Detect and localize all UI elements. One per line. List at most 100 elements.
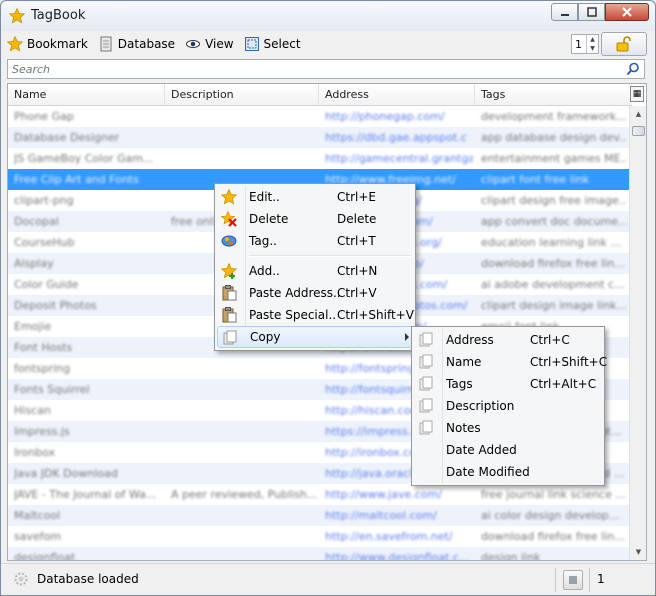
submenu-item-label: Address	[446, 333, 494, 347]
menu-item-add[interactable]: Add.. Ctrl+N	[217, 260, 413, 282]
column-header-tags[interactable]: Tags	[475, 84, 632, 106]
copy-icon	[223, 330, 237, 345]
view-menu[interactable]: View	[185, 36, 234, 52]
page-spinner[interactable]: 1 ▲ ▼	[571, 34, 599, 54]
table-row[interactable]: Database Designer https://dbd.gae.appspot…	[8, 127, 630, 148]
paste-icon	[222, 285, 237, 301]
search-icon[interactable]	[626, 62, 640, 76]
title-bar[interactable]: TagBook	[1, 1, 655, 31]
cell-description	[171, 446, 317, 459]
stop-button[interactable]	[563, 570, 583, 590]
lock-button[interactable]	[601, 32, 647, 56]
star-icon	[7, 36, 23, 52]
cell-address: http://maltcool.com/	[325, 509, 437, 522]
menu-item-shortcut: Ctrl+Shift+V	[337, 308, 414, 322]
eye-icon	[185, 36, 201, 52]
document-icon	[419, 332, 433, 347]
submenu-item-description[interactable]: Description	[414, 395, 602, 417]
submenu-item-address[interactable]: Address Ctrl+C	[414, 329, 602, 351]
column-chooser-button[interactable]: ▦	[630, 86, 644, 102]
cell-name: Docopal	[14, 215, 59, 228]
menu-item-label: Tag..	[249, 234, 277, 248]
table-row[interactable]: Maltcool http://maltcool.com/ai color des…	[8, 505, 630, 526]
menu-separator	[217, 252, 413, 260]
submenu-item-notes[interactable]: Notes	[414, 417, 602, 439]
table-row[interactable]: savefom http://en.savefrom.net/download f…	[8, 526, 630, 547]
cell-tags: app database design dev...	[481, 131, 627, 144]
database-menu[interactable]: Database	[98, 36, 175, 52]
cell-tags: download firefox free lin...	[481, 530, 625, 543]
cell-name: savefom	[14, 530, 62, 543]
star-app-icon	[9, 8, 25, 24]
spinner-arrows[interactable]: ▲ ▼	[586, 35, 598, 53]
cell-tags: download firefox free lin...	[481, 257, 625, 270]
menu-item-delete[interactable]: Delete Delete	[217, 208, 413, 230]
submenu-item-label: Date Modified	[446, 465, 530, 479]
column-header-address[interactable]: Address	[319, 84, 475, 106]
close-button[interactable]	[605, 3, 649, 21]
scroll-thumb[interactable]	[632, 126, 645, 136]
menu-item-shortcut: Ctrl+V	[337, 286, 377, 300]
cell-description	[171, 509, 317, 522]
menu-item-tag[interactable]: Tag.. Ctrl+T	[217, 230, 413, 252]
app-window: TagBook Bookmark Database View Select 1 …	[0, 0, 656, 596]
cell-name: Color Guide	[14, 278, 79, 291]
gear-icon	[14, 572, 28, 586]
table-row[interactable]: JS GameBoy Color Gam... http://gamecentra…	[8, 148, 630, 169]
submenu-item-date-modified[interactable]: Date Modified	[414, 461, 602, 483]
menu-item-label: Add..	[249, 264, 280, 278]
cell-address: http://www.designfloat.c...	[325, 551, 470, 561]
select-label: Select	[263, 37, 301, 51]
menu-item-shortcut: Ctrl+T	[337, 234, 376, 248]
select-menu[interactable]: Select	[244, 36, 301, 52]
submenu-item-date-added[interactable]: Date Added	[414, 439, 602, 461]
cell-address: https://dbd.gae.appspot.c	[325, 131, 467, 144]
menu-item-label: Paste Special..	[249, 308, 337, 322]
context-menu: Edit.. Ctrl+E Delete Delete Tag.. Ctrl+T…	[214, 183, 416, 351]
table-row[interactable]: designfloat http://www.designfloat.c... de…	[8, 547, 630, 561]
submenu-item-shortcut: Ctrl+Shift+C	[530, 355, 608, 369]
spin-up-icon[interactable]: ▲	[590, 36, 595, 43]
submenu-item-tags[interactable]: Tags Ctrl+Alt+C	[414, 373, 602, 395]
close-icon	[622, 7, 632, 17]
submenu-item-label: Tags	[446, 377, 473, 391]
table-row[interactable]: JAVE - The Journal of Wa... A peer review…	[8, 484, 630, 505]
cell-description	[171, 425, 317, 438]
spinner-value: 1	[575, 37, 582, 51]
star-add-icon	[221, 263, 237, 279]
scroll-up-button[interactable]: ▲	[631, 106, 646, 122]
list-header: Name Description Address Tags	[8, 84, 632, 106]
menu-item-copy[interactable]: Copy	[217, 326, 413, 348]
maximize-button[interactable]	[578, 3, 605, 21]
column-header-description[interactable]: Description	[165, 84, 319, 106]
cell-address: http://www.jave.com/	[325, 488, 442, 501]
cell-address: http://gamecentral.grantga...	[325, 152, 473, 165]
table-row[interactable]: Phone Gap http://phonegap.com/development…	[8, 106, 630, 127]
delete-icon	[221, 211, 237, 227]
cell-description	[171, 383, 317, 396]
cell-tags: ai adobe development c...	[481, 278, 625, 291]
column-header-name[interactable]: Name	[8, 84, 165, 106]
submenu-item-name[interactable]: Name Ctrl+Shift+C	[414, 351, 607, 373]
menu-item-paste-special[interactable]: Paste Special.. Ctrl+Shift+V	[217, 304, 414, 326]
cell-name: clipart-png	[14, 194, 74, 207]
spin-down-icon[interactable]: ▼	[590, 45, 595, 52]
submenu-item-label: Name	[446, 355, 482, 369]
submenu-item-shortcut: Ctrl+C	[530, 333, 570, 347]
menu-item-paste-address[interactable]: Paste Address.. Ctrl+V	[217, 282, 413, 304]
cell-name: Free Clip Art and Fonts	[14, 173, 139, 186]
cell-tags: development framework...	[481, 110, 627, 123]
document-icon	[419, 354, 433, 369]
minimize-button[interactable]	[551, 3, 578, 21]
status-separator	[555, 568, 556, 592]
menu-item-label: Copy	[250, 330, 281, 344]
submenu-item-label: Date Added	[446, 443, 517, 457]
search-input[interactable]	[8, 60, 620, 78]
toolbar: Bookmark Database View Select	[7, 31, 651, 57]
cell-description	[171, 551, 317, 560]
scroll-down-button[interactable]: ▼	[631, 544, 646, 560]
bookmark-menu[interactable]: Bookmark	[7, 36, 88, 52]
menu-item-edit[interactable]: Edit.. Ctrl+E	[217, 186, 413, 208]
vertical-scrollbar[interactable]: ▲ ▼	[629, 106, 646, 560]
search-bar	[7, 59, 645, 79]
